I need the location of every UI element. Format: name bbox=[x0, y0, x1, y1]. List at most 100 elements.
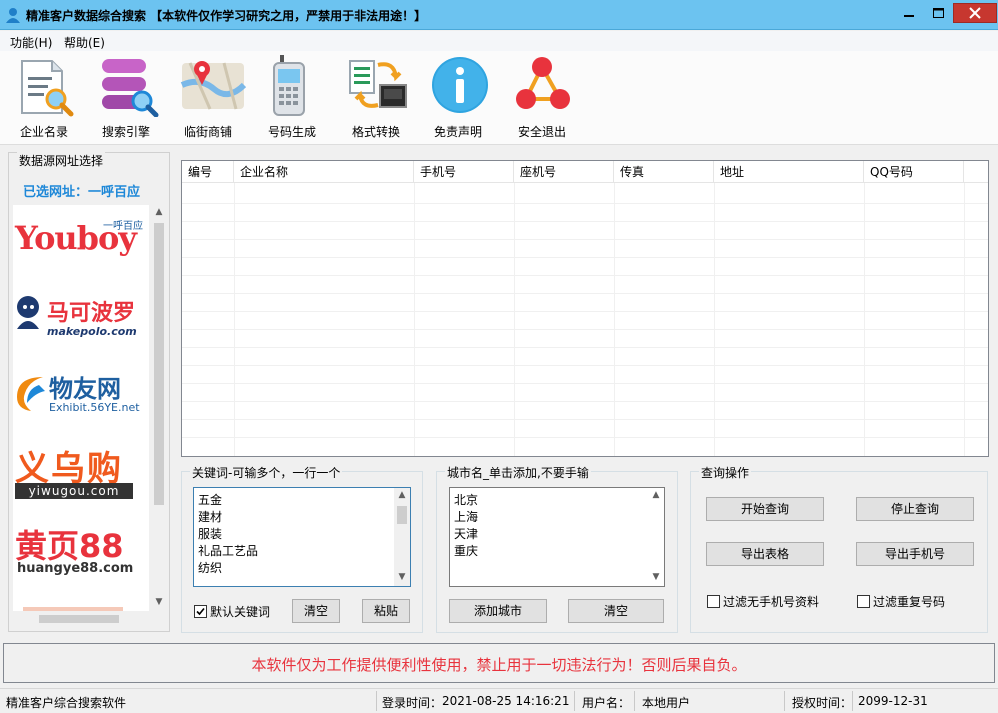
grid-line bbox=[182, 437, 988, 438]
export-table-button[interactable]: 导出表格 bbox=[706, 542, 824, 566]
keywords-paste-button[interactable]: 粘贴 bbox=[362, 599, 410, 623]
logo-huangye88[interactable]: 黄页88 huangye88.com bbox=[13, 521, 149, 593]
grid-line bbox=[864, 183, 865, 456]
toolbar-company-directory[interactable]: 企业名录 bbox=[4, 51, 84, 143]
column-header-address[interactable]: 地址 bbox=[714, 161, 864, 183]
keyword-item: 礼品工艺品 bbox=[198, 544, 259, 558]
column-header-mobile[interactable]: 手机号 bbox=[414, 161, 514, 183]
stop-query-button[interactable]: 停止查询 bbox=[856, 497, 974, 521]
checkbox-box[interactable] bbox=[194, 605, 207, 618]
scrollbar-thumb[interactable] bbox=[154, 223, 164, 505]
close-icon bbox=[969, 7, 981, 19]
cities-listbox[interactable]: 北京 上海 天津 重庆 ▲ ▼ bbox=[449, 487, 665, 587]
minimize-button[interactable] bbox=[895, 3, 923, 23]
filter-no-phone-checkbox[interactable]: 过滤无手机号资料 bbox=[707, 593, 819, 610]
close-button[interactable] bbox=[953, 3, 997, 23]
scroll-up-icon[interactable]: ▲ bbox=[397, 490, 407, 500]
status-auth-time: 2099-12-31 bbox=[858, 694, 928, 708]
city-item[interactable]: 重庆 bbox=[454, 542, 478, 559]
toolbar-number-generator[interactable]: 号码生成 bbox=[252, 51, 332, 143]
checkbox-box[interactable] bbox=[707, 595, 720, 608]
toolbar-street-shops[interactable]: 临街商铺 bbox=[168, 51, 248, 143]
grid-line bbox=[182, 419, 988, 420]
logo-makepolo[interactable]: 马可波罗 makepolo.com bbox=[13, 283, 149, 355]
keywords-scrollbar[interactable]: ▲ ▼ bbox=[394, 488, 410, 586]
grid-line bbox=[182, 203, 988, 204]
database-search-icon bbox=[102, 59, 159, 117]
status-user-label: 用户名： bbox=[582, 696, 631, 710]
keywords-clear-button[interactable]: 清空 bbox=[292, 599, 340, 623]
grid-line bbox=[182, 383, 988, 384]
status-app-name: 精准客户综合搜索软件 bbox=[6, 696, 127, 710]
logo-tag: Exhibit.56YE.net bbox=[49, 401, 140, 414]
source-vertical-scrollbar[interactable]: ▲ ▼ bbox=[151, 205, 167, 611]
menu-help[interactable]: 帮助(E) bbox=[64, 34, 105, 51]
column-header-landline[interactable]: 座机号 bbox=[514, 161, 614, 183]
results-table[interactable]: 编号 企业名称 手机号 座机号 传真 地址 QQ号码 bbox=[181, 160, 989, 457]
makepolo-portrait-icon bbox=[17, 296, 39, 329]
toolbar-search-engine[interactable]: 搜索引擎 bbox=[86, 51, 166, 143]
menu-function[interactable]: 功能(H) bbox=[10, 34, 52, 51]
notice-banner: 本软件仅为工作提供便利性使用，禁止用于一切违法行为！否则后果自负。 bbox=[3, 643, 995, 683]
logo-56ye[interactable]: 物友网 Exhibit.56YE.net bbox=[13, 363, 149, 435]
source-horizontal-scrollbar[interactable] bbox=[13, 611, 149, 627]
scroll-down-icon[interactable]: ▼ bbox=[154, 597, 164, 607]
checkbox-label: 默认关键词 bbox=[210, 605, 271, 619]
logo-brand: 马可波罗 bbox=[47, 301, 136, 326]
toolbar-label: 安全退出 bbox=[517, 125, 566, 139]
keywords-group: 关键词-可输多个，一行一个 五金 建材 服装 礼品工艺品 纺织 ▲ ▼ 默认关键… bbox=[181, 464, 423, 633]
city-item[interactable]: 北京 bbox=[454, 491, 478, 508]
cities-scrollbar[interactable]: ▲ ▼ bbox=[648, 488, 664, 586]
scroll-down-icon[interactable]: ▼ bbox=[651, 572, 661, 582]
56ye-swoosh-icon bbox=[17, 377, 45, 411]
export-phone-button[interactable]: 导出手机号 bbox=[856, 542, 974, 566]
grid-line bbox=[514, 183, 515, 456]
grid-line bbox=[964, 183, 965, 456]
scroll-up-icon[interactable]: ▲ bbox=[154, 207, 164, 217]
column-header-company[interactable]: 企业名称 bbox=[234, 161, 414, 183]
city-item[interactable]: 天津 bbox=[454, 525, 478, 542]
checkbox-label: 过滤无手机号资料 bbox=[723, 595, 820, 609]
toolbar-disclaimer[interactable]: 免责声明 bbox=[418, 51, 498, 143]
checkbox-box[interactable] bbox=[857, 595, 870, 608]
source-logo-list[interactable]: Youboy 一呼百应 马可波罗 makepolo.com 物友网 Exhibi… bbox=[13, 205, 149, 625]
add-city-button[interactable]: 添加城市 bbox=[449, 599, 547, 623]
scrollbar-thumb[interactable] bbox=[39, 615, 119, 623]
query-group: 查询操作 开始查询 停止查询 导出表格 导出手机号 过滤无手机号资料 过滤重复号… bbox=[690, 464, 988, 633]
checkmark-icon bbox=[196, 607, 205, 616]
filter-duplicate-checkbox[interactable]: 过滤重复号码 bbox=[857, 593, 945, 610]
scrollbar-thumb[interactable] bbox=[397, 506, 407, 524]
grid-line bbox=[182, 257, 988, 258]
scroll-up-icon[interactable]: ▲ bbox=[651, 490, 661, 500]
keywords-textarea[interactable]: 五金 建材 服装 礼品工艺品 纺织 ▲ ▼ bbox=[193, 487, 411, 587]
column-header-id[interactable]: 编号 bbox=[182, 161, 234, 183]
scroll-down-icon[interactable]: ▼ bbox=[397, 572, 407, 582]
logo-youboy[interactable]: Youboy 一呼百应 bbox=[13, 205, 149, 277]
maximize-button[interactable] bbox=[924, 3, 952, 23]
keyword-item: 纺织 bbox=[198, 561, 223, 575]
start-query-button[interactable]: 开始查询 bbox=[706, 497, 824, 521]
toolbar-label: 企业名录 bbox=[19, 125, 68, 139]
toolbar-format-convert[interactable]: 格式转换 bbox=[336, 51, 416, 143]
toolbar-safe-exit[interactable]: 安全退出 bbox=[502, 51, 582, 143]
document-search-icon bbox=[21, 60, 74, 117]
minimize-icon bbox=[904, 15, 914, 17]
cities-clear-button[interactable]: 清空 bbox=[568, 599, 664, 623]
app-user-icon bbox=[6, 8, 20, 23]
selected-site-label: 已选网址：一呼百应 bbox=[23, 185, 141, 200]
city-item[interactable]: 上海 bbox=[454, 508, 478, 525]
grid-line bbox=[234, 183, 235, 456]
grid-line bbox=[714, 183, 715, 456]
mobile-phone-icon bbox=[273, 55, 305, 116]
logo-yiwugou[interactable]: 义乌购 yiwugou.com bbox=[13, 441, 149, 513]
grid-line bbox=[614, 183, 615, 456]
status-user-name: 本地用户 bbox=[642, 696, 691, 710]
column-header-fax[interactable]: 传真 bbox=[614, 161, 714, 183]
column-header-qq[interactable]: QQ号码 bbox=[864, 161, 964, 183]
checkbox-label: 过滤重复号码 bbox=[873, 595, 946, 609]
toolbar: 企业名录 搜索引擎 临街商铺 号码生成 格式转换 免责声明 安全退出 bbox=[0, 51, 998, 145]
toolbar-label: 搜索引擎 bbox=[101, 125, 150, 139]
default-keywords-checkbox[interactable]: 默认关键词 bbox=[194, 603, 270, 620]
status-separator bbox=[852, 691, 853, 711]
keyword-item: 服装 bbox=[198, 527, 223, 541]
